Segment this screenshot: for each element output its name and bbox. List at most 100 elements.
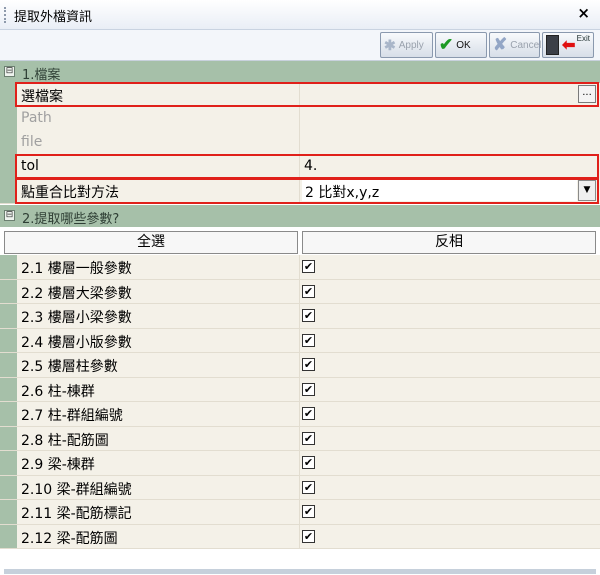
column-divider bbox=[299, 255, 300, 279]
item-checkbox[interactable]: ✔ bbox=[302, 480, 315, 494]
section-header-params[interactable]: ⊟ 2.提取哪些參數? bbox=[0, 205, 600, 227]
column-divider bbox=[299, 179, 300, 203]
list-item[interactable]: 2.6 柱-棟群 ✔ bbox=[0, 377, 600, 402]
cancel-button[interactable]: ✘ Cancel bbox=[489, 32, 541, 58]
list-item[interactable]: 2.11 梁-配筋標記 ✔ bbox=[0, 500, 600, 525]
column-divider bbox=[299, 377, 300, 401]
row-gutter bbox=[0, 402, 17, 426]
apply-label: Apply bbox=[398, 39, 424, 51]
item-label: 2.6 柱-棟群 bbox=[21, 383, 95, 400]
toolbar: ✱ Apply ✔ OK ✘ Cancel ⬅ Exit bbox=[0, 30, 600, 61]
apply-button[interactable]: ✱ Apply bbox=[380, 32, 433, 58]
exit-button[interactable]: ⬅ Exit bbox=[542, 32, 594, 58]
column-divider bbox=[299, 524, 300, 548]
horizontal-scrollbar[interactable] bbox=[4, 569, 596, 574]
list-item[interactable]: 2.3 樓層小梁參數 ✔ bbox=[0, 304, 600, 329]
item-checkbox[interactable]: ✔ bbox=[302, 431, 315, 445]
row-gutter bbox=[0, 155, 17, 179]
section-label: 1.檔案 bbox=[22, 68, 61, 83]
list-item[interactable]: 2.4 樓層小版參數 ✔ bbox=[0, 328, 600, 353]
column-divider bbox=[299, 451, 300, 475]
column-divider bbox=[299, 107, 300, 131]
row-gutter bbox=[0, 179, 17, 203]
property-row-tol[interactable]: tol 4. bbox=[0, 155, 600, 180]
row-gutter bbox=[0, 255, 17, 279]
property-row-method[interactable]: 點重合比對方法 2 比對x,y,z ▼ bbox=[0, 179, 600, 204]
select-all-button[interactable]: 全選 bbox=[4, 231, 298, 254]
row-gutter bbox=[0, 328, 17, 352]
browse-button[interactable]: ... bbox=[578, 85, 596, 103]
property-name: 點重合比對方法 bbox=[21, 185, 119, 201]
list-item[interactable]: 2.8 柱-配筋圖 ✔ bbox=[0, 426, 600, 451]
list-item[interactable]: 2.1 樓層一般參數 ✔ bbox=[0, 255, 600, 280]
item-checkbox[interactable]: ✔ bbox=[302, 456, 315, 469]
list-item[interactable]: 2.12 梁-配筋圖 ✔ bbox=[0, 524, 600, 549]
column-divider bbox=[299, 328, 300, 352]
window-title: 提取外檔資訊 bbox=[14, 10, 93, 25]
list-item[interactable]: 2.7 柱-群組編號 ✔ bbox=[0, 402, 600, 427]
list-item[interactable]: 2.5 樓層柱參數 ✔ bbox=[0, 353, 600, 378]
title-bar: 提取外檔資訊 × bbox=[0, 0, 600, 30]
ok-label: OK bbox=[456, 39, 471, 51]
row-gutter bbox=[0, 500, 17, 524]
row-gutter bbox=[0, 353, 17, 377]
tol-value-field[interactable]: 4. bbox=[304, 158, 317, 174]
property-name: 選檔案 bbox=[21, 89, 63, 105]
property-row-file[interactable]: file bbox=[0, 131, 600, 156]
column-divider bbox=[299, 83, 300, 107]
row-gutter bbox=[0, 377, 17, 401]
item-label: 2.1 樓層一般參數 bbox=[21, 261, 132, 277]
property-row-select-file[interactable]: 選檔案 ... bbox=[0, 83, 600, 108]
ok-button[interactable]: ✔ OK bbox=[435, 32, 487, 58]
list-item[interactable]: 2.9 梁-棟群 ✔ bbox=[0, 451, 600, 476]
item-checkbox[interactable]: ✔ bbox=[302, 284, 315, 298]
item-checkbox[interactable]: ✔ bbox=[302, 407, 315, 420]
item-label: 2.7 柱-群組編號 bbox=[21, 408, 123, 424]
checkmark-icon: ✔ bbox=[439, 35, 454, 54]
collapse-icon[interactable]: ⊟ bbox=[4, 210, 15, 221]
item-label: 2.5 樓層柱參數 bbox=[21, 359, 118, 375]
section-header-file[interactable]: ⊟ 1.檔案 bbox=[0, 61, 600, 83]
item-label: 2.12 梁-配筋圖 bbox=[21, 530, 118, 547]
x-icon: ✘ bbox=[493, 35, 508, 54]
row-gutter bbox=[0, 426, 17, 450]
column-divider bbox=[299, 304, 300, 328]
row-gutter bbox=[0, 524, 17, 548]
drag-grip-icon[interactable] bbox=[4, 7, 9, 23]
property-row-path[interactable]: Path bbox=[0, 107, 600, 132]
list-item[interactable]: 2.10 梁-群組編號 ✔ bbox=[0, 475, 600, 500]
row-gutter bbox=[0, 279, 17, 303]
list-item[interactable]: 2.2 樓層大梁參數 ✔ bbox=[0, 279, 600, 304]
parameter-list: 2.1 樓層一般參數 ✔ 2.2 樓層大梁參數 ✔ 2.3 樓層小梁參數 ✔ 2… bbox=[0, 255, 600, 549]
item-checkbox[interactable]: ✔ bbox=[302, 358, 315, 371]
column-divider bbox=[299, 426, 300, 450]
collapse-icon[interactable]: ⊟ bbox=[4, 66, 15, 77]
column-divider bbox=[299, 475, 300, 499]
column-divider bbox=[299, 402, 300, 426]
close-icon[interactable]: × bbox=[577, 4, 590, 22]
item-checkbox[interactable]: ✔ bbox=[302, 505, 315, 518]
exit-arrow-icon: ⬅ bbox=[562, 37, 576, 54]
column-divider bbox=[299, 500, 300, 524]
item-label: 2.2 樓層大梁參數 bbox=[21, 285, 132, 302]
column-divider bbox=[299, 353, 300, 377]
door-icon bbox=[546, 35, 559, 55]
row-gutter bbox=[0, 304, 17, 328]
invert-selection-button[interactable]: 反相 bbox=[302, 231, 596, 254]
apply-icon: ✱ bbox=[384, 36, 396, 53]
item-label: 2.8 柱-配筋圖 bbox=[21, 432, 109, 449]
item-checkbox[interactable]: ✔ bbox=[302, 382, 315, 396]
property-name: Path bbox=[21, 110, 52, 126]
item-checkbox[interactable]: ✔ bbox=[302, 529, 315, 543]
column-divider bbox=[299, 279, 300, 303]
item-label: 2.10 梁-群組編號 bbox=[21, 481, 132, 498]
row-gutter bbox=[0, 83, 17, 107]
item-checkbox[interactable]: ✔ bbox=[302, 333, 315, 347]
dropdown-arrow-icon[interactable]: ▼ bbox=[578, 180, 596, 201]
item-checkbox[interactable]: ✔ bbox=[302, 260, 315, 273]
exit-label: Exit bbox=[576, 34, 590, 43]
method-select[interactable]: 2 比對x,y,z bbox=[302, 180, 577, 201]
bottom-panel bbox=[0, 549, 600, 575]
column-divider bbox=[299, 155, 300, 179]
item-checkbox[interactable]: ✔ bbox=[302, 309, 315, 322]
